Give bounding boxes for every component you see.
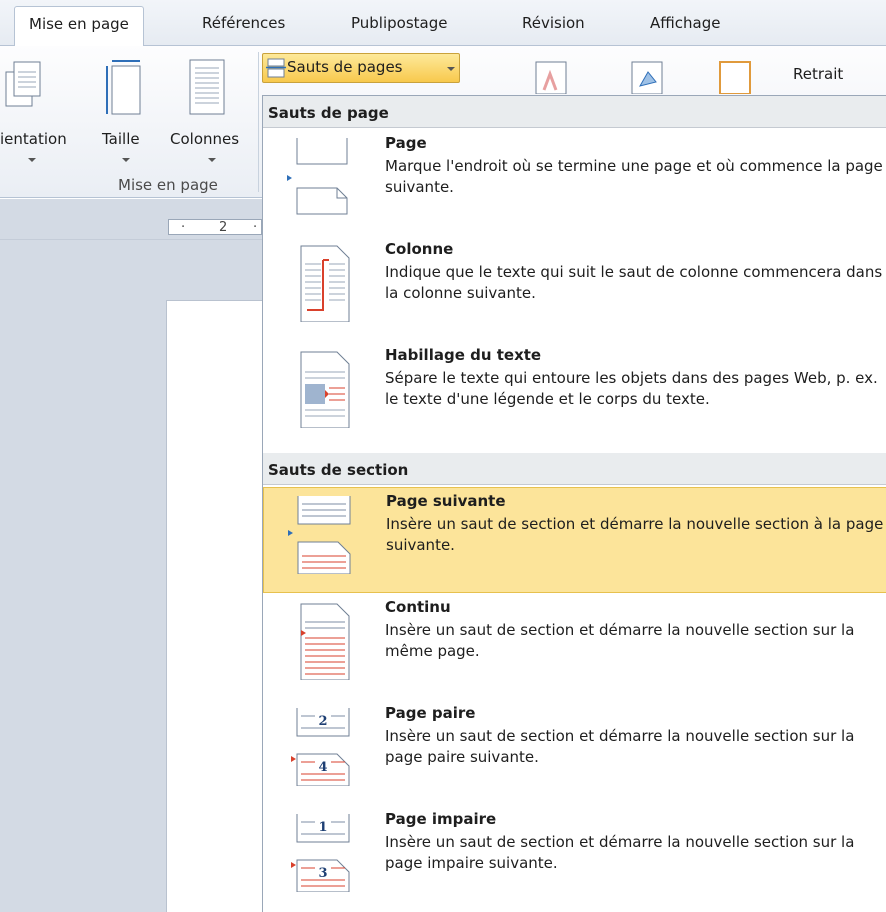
column-break-icon: [300, 245, 350, 322]
menu-item-page-suivante[interactable]: Page suivante Insère un saut de section …: [263, 487, 886, 593]
menu-item-continu[interactable]: Continu Insère un saut de section et dém…: [263, 594, 886, 698]
breaks-icon: [266, 58, 286, 78]
next-page-section-icon: [288, 496, 351, 574]
page-size-icon: [106, 60, 141, 115]
item-description: Insère un saut de section et démarre la …: [386, 515, 884, 554]
even-top-number: 2: [318, 714, 327, 729]
tab-affichage[interactable]: Affichage: [650, 14, 720, 32]
size-label: Taille: [102, 130, 140, 148]
breaks-label: Sauts de pages: [287, 58, 403, 76]
item-title: Page suivante: [386, 492, 506, 510]
item-title: Page paire: [385, 704, 476, 722]
tab-references[interactable]: Références: [202, 14, 285, 32]
even-bottom-number: 4: [318, 760, 327, 775]
item-title: Page: [385, 134, 427, 152]
indent-label: Retrait: [793, 65, 844, 83]
text-wrapping-icon: [300, 351, 350, 428]
horizontal-ruler[interactable]: · 2 ·: [168, 219, 262, 235]
breaks-button[interactable]: Sauts de pages: [262, 53, 460, 83]
page-color-icon[interactable]: [628, 60, 668, 94]
size-button[interactable]: Taille: [98, 54, 154, 164]
chevron-down-icon: [28, 158, 36, 162]
even-page-section-icon: 2 4: [291, 708, 350, 786]
item-description: Insère un saut de section et démarre la …: [385, 833, 855, 872]
odd-bottom-number: 3: [318, 866, 327, 881]
tab-publipostage[interactable]: Publipostage: [351, 14, 447, 32]
columns-label: Colonnes: [170, 130, 240, 148]
breaks-dropdown-menu: Sauts de page Page Marque l'endroit où s…: [262, 95, 886, 912]
item-description: Insère un saut de section et démarre la …: [385, 727, 855, 766]
item-description: Insère un saut de section et démarre la …: [385, 621, 855, 660]
item-description: Sépare le texte qui entoure les objets d…: [385, 369, 878, 408]
tab-revision[interactable]: Révision: [522, 14, 585, 32]
watermark-icon[interactable]: [532, 60, 572, 94]
section-header-page-breaks: Sauts de page: [263, 96, 886, 128]
orientation-button[interactable]: ientation: [0, 54, 92, 164]
menu-item-colonne[interactable]: Colonne Indique que le texte qui suit le…: [263, 236, 886, 340]
chevron-down-icon: [208, 158, 216, 162]
item-title: Habillage du texte: [385, 346, 542, 364]
item-title: Continu: [385, 598, 451, 616]
document-page[interactable]: [166, 300, 262, 912]
menu-item-page[interactable]: Page Marque l'endroit où se termine une …: [263, 130, 886, 234]
columns-button[interactable]: Colonnes: [166, 54, 256, 164]
item-description: Indique que le texte qui suit le saut de…: [385, 263, 883, 302]
page-break-icon: [287, 138, 348, 215]
item-title: Colonne: [385, 240, 454, 258]
group-label-mise-en-page: Mise en page: [118, 176, 218, 194]
tab-mise-en-page[interactable]: Mise en page: [14, 6, 144, 47]
odd-top-number: 1: [318, 820, 327, 835]
item-title: Page impaire: [385, 810, 497, 828]
section-header-section-breaks: Sauts de section: [263, 453, 886, 485]
group-divider: [258, 52, 259, 192]
item-description: Marque l'endroit où se termine une page …: [385, 157, 883, 196]
orientation-label: ientation: [0, 130, 67, 148]
ruler-mark: 2: [219, 220, 228, 235]
page-borders-icon[interactable]: [716, 60, 756, 94]
ribbon-tab-bar: Mise en page Références Publipostage Rév…: [0, 0, 886, 47]
ruler-divider: [0, 239, 262, 240]
chevron-down-icon: [447, 67, 455, 71]
odd-page-section-icon: 1 3: [291, 814, 350, 892]
menu-item-page-impaire[interactable]: 1 3 Page impaire Insère un saut de secti…: [263, 806, 886, 910]
menu-item-habillage[interactable]: Habillage du texte Sépare le texte qui e…: [263, 342, 886, 446]
columns-icon: [189, 59, 225, 115]
continuous-section-icon: [300, 603, 350, 680]
document-area: · 2 ·: [0, 199, 262, 912]
menu-item-page-paire[interactable]: 2 4 Page paire Insère un saut de section…: [263, 700, 886, 804]
chevron-down-icon: [122, 158, 130, 162]
orientation-icon: [5, 61, 41, 107]
